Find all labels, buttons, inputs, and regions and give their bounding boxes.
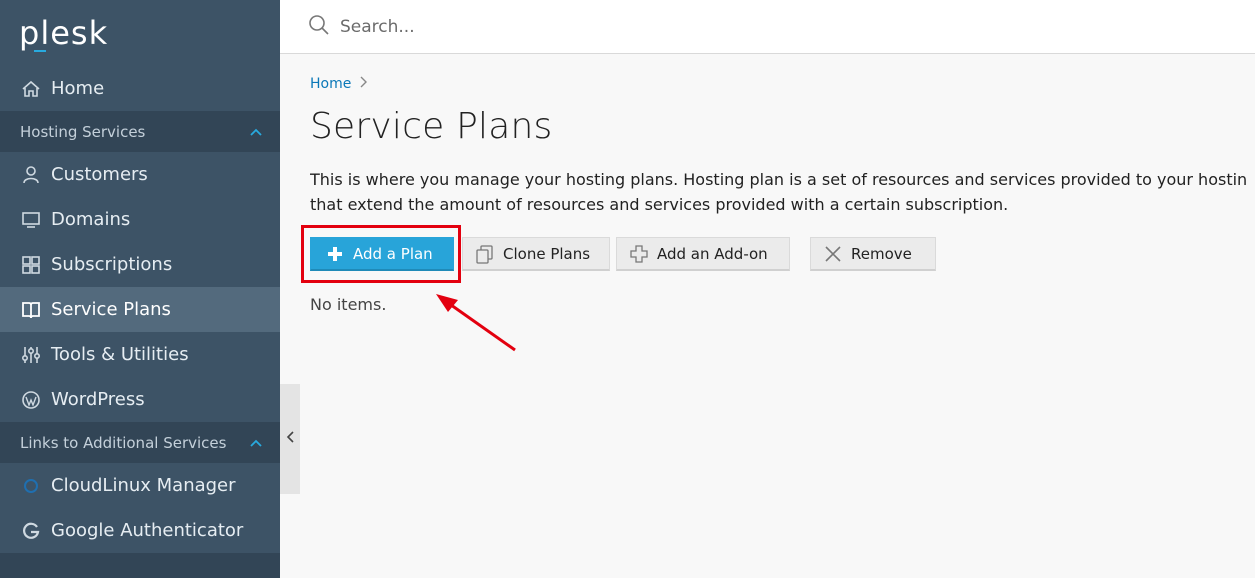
breadcrumb-home-link[interactable]: Home xyxy=(310,76,351,92)
sidebar-item-label: CloudLinux Manager xyxy=(51,475,236,496)
add-plan-button[interactable]: Add a Plan xyxy=(310,237,454,271)
sidebar-item-label: Google Authenticator xyxy=(51,520,244,541)
logo-underline xyxy=(34,50,46,52)
home-icon xyxy=(20,78,42,100)
description-line-1: This is where you manage your hosting pl… xyxy=(310,170,1248,189)
sidebar-item-label: WordPress xyxy=(51,389,145,410)
top-bar xyxy=(280,0,1255,54)
toolbar: Add a Plan Clone Plans Add an Add-on Rem… xyxy=(301,225,1255,283)
sidebar-item-cloudlinux-manager[interactable]: CloudLinux Manager xyxy=(0,463,280,508)
close-icon xyxy=(823,244,843,264)
google-icon xyxy=(20,520,42,542)
sidebar-item-label: Customers xyxy=(51,164,148,185)
annotation-arrow xyxy=(436,294,516,352)
cloudlinux-icon xyxy=(20,475,42,497)
clone-plans-button[interactable]: Clone Plans xyxy=(462,237,610,271)
book-icon xyxy=(20,299,42,321)
monitor-icon xyxy=(20,209,42,231)
remove-label: Remove xyxy=(851,244,912,263)
sidebar-item-home[interactable]: Home xyxy=(0,66,280,111)
chevron-right-icon xyxy=(359,76,368,92)
plus-outline-icon xyxy=(629,244,649,264)
grid-icon xyxy=(20,254,42,276)
sidebar-item-google-authenticator[interactable]: Google Authenticator xyxy=(0,508,280,553)
sidebar-item-service-plans[interactable]: Service Plans xyxy=(0,287,280,332)
breadcrumb: Home xyxy=(310,76,1255,92)
description-line-2: that extend the amount of resources and … xyxy=(310,195,1009,214)
user-icon xyxy=(20,164,42,186)
add-addon-button[interactable]: Add an Add-on xyxy=(616,237,790,271)
logo-text: plesk xyxy=(19,14,109,52)
section-partial xyxy=(0,553,280,578)
sidebar-collapse-handle[interactable] xyxy=(280,384,300,494)
sidebar: plesk Home Hosting Services Customers Do… xyxy=(0,0,280,578)
clone-plans-label: Clone Plans xyxy=(503,244,591,263)
sidebar-item-tools-utilities[interactable]: Tools & Utilities xyxy=(0,332,280,377)
section-title: Hosting Services xyxy=(20,122,146,141)
sidebar-item-subscriptions[interactable]: Subscriptions xyxy=(0,242,280,287)
wordpress-icon xyxy=(20,389,42,411)
sidebar-item-wordpress[interactable]: WordPress xyxy=(0,377,280,422)
search-icon xyxy=(308,14,330,40)
sliders-icon xyxy=(20,344,42,366)
section-links-additional-services[interactable]: Links to Additional Services xyxy=(0,422,280,463)
sidebar-item-label: Home xyxy=(51,78,105,99)
plesk-logo[interactable]: plesk xyxy=(0,0,280,66)
sidebar-item-customers[interactable]: Customers xyxy=(0,152,280,197)
sidebar-item-label: Service Plans xyxy=(51,299,171,320)
chevron-up-icon xyxy=(250,435,262,451)
sidebar-item-domains[interactable]: Domains xyxy=(0,197,280,242)
add-plan-label: Add a Plan xyxy=(353,244,433,263)
section-hosting-services[interactable]: Hosting Services xyxy=(0,111,280,152)
sidebar-item-label: Tools & Utilities xyxy=(51,344,189,365)
main-content: Home Service Plans This is where you man… xyxy=(301,54,1255,314)
search-input[interactable] xyxy=(340,16,740,37)
chevron-left-icon xyxy=(286,431,294,447)
chevron-up-icon xyxy=(250,124,262,140)
page-description: This is where you manage your hosting pl… xyxy=(310,167,1255,217)
plus-icon xyxy=(325,244,345,264)
page-title: Service Plans xyxy=(310,106,553,147)
clone-icon xyxy=(475,244,495,264)
add-addon-label: Add an Add-on xyxy=(657,244,768,263)
sidebar-item-label: Subscriptions xyxy=(51,254,173,275)
section-title: Links to Additional Services xyxy=(20,433,227,452)
remove-button[interactable]: Remove xyxy=(810,237,936,271)
sidebar-item-label: Domains xyxy=(51,209,131,230)
